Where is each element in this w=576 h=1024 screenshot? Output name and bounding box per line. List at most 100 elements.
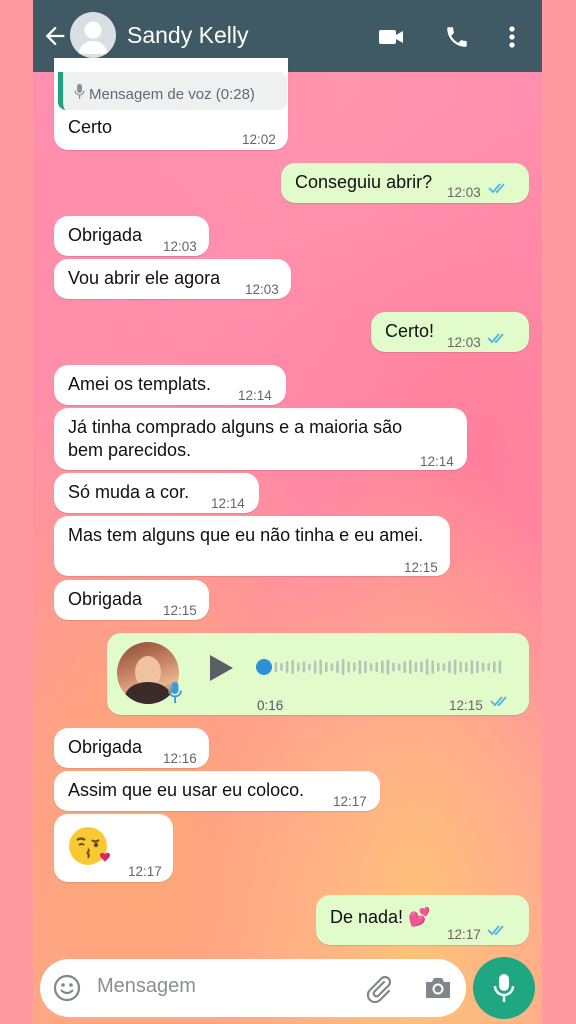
message-text: Obrigada — [68, 589, 143, 609]
waveform-bar — [274, 662, 278, 672]
waveform-bar — [487, 663, 490, 671]
waveform-bar — [448, 661, 451, 673]
waveform-bar — [353, 662, 356, 672]
message-text: Assim que eu usar eu coloco. — [68, 780, 305, 800]
message-time: 12:03 — [163, 239, 197, 254]
message-incoming[interactable]: Vou abrir ele agora 12:03 — [54, 259, 291, 299]
playback-knob[interactable] — [256, 659, 272, 675]
message-outgoing[interactable]: Conseguiu abrir? 12:03 — [281, 163, 529, 203]
waveform-bar — [291, 660, 294, 674]
waveform-bar — [313, 660, 317, 674]
voice-message[interactable]: 0:16 12:15 — [107, 633, 529, 715]
waveform-bar — [442, 663, 446, 671]
message-incoming[interactable]: Amei os templats. 12:14 — [54, 365, 286, 405]
message-text: Certo — [68, 117, 113, 137]
message-incoming[interactable]: Já tinha comprado alguns e a maioria são… — [54, 408, 467, 470]
message-time: 12:14 — [238, 388, 272, 403]
waveform-bar — [280, 663, 283, 671]
waveform-bar — [453, 659, 457, 675]
back-arrow-icon[interactable] — [41, 22, 69, 50]
message-text: Certo! — [385, 321, 435, 341]
waveform-bar — [330, 663, 334, 671]
chat-screen: Sandy Kelly Mensagem de voz (0:28) Certo… — [33, 0, 542, 1024]
kissing-face-emoji-icon — [69, 827, 110, 865]
quoted-label: Mensagem de voz (0:28) — [89, 86, 255, 103]
waveform-bar — [381, 660, 384, 674]
message-incoming[interactable]: Obrigada 12:16 — [54, 728, 209, 768]
waveform-bar — [425, 659, 429, 675]
message-time: 12:14 — [420, 454, 454, 469]
message-composer[interactable]: Mensagem — [40, 959, 466, 1017]
contact-avatar[interactable] — [70, 12, 116, 58]
voice-waveform[interactable] — [255, 654, 510, 680]
message-input[interactable]: Mensagem — [97, 975, 196, 998]
waveform-bar — [375, 662, 378, 672]
read-ticks-icon — [490, 696, 507, 707]
message-text: Amei os templats. — [68, 374, 212, 394]
contact-name[interactable]: Sandy Kelly — [127, 22, 248, 49]
waveform-bar — [302, 661, 306, 673]
waveform-bar — [336, 661, 339, 673]
message-outgoing[interactable]: Certo! 12:03 — [371, 312, 529, 352]
phone-icon[interactable] — [443, 24, 471, 50]
waveform-bar — [481, 662, 485, 672]
quoted-message[interactable]: Mensagem de voz (0:28) — [58, 72, 287, 110]
message-incoming[interactable]: Só muda a cor. 12:14 — [54, 473, 259, 513]
waveform-bar — [437, 662, 440, 672]
waveform-bar — [358, 660, 362, 674]
message-list[interactable]: Mensagem de voz (0:28) Certo 12:02 Conse… — [33, 58, 542, 952]
message-time: 12:17 — [128, 864, 162, 879]
message-incoming[interactable]: Obrigada 12:15 — [54, 580, 209, 620]
message-text: Obrigada — [68, 737, 143, 757]
waveform-bar — [431, 660, 434, 674]
emoji-icon[interactable] — [53, 974, 81, 1002]
mic-badge-icon — [168, 682, 182, 703]
waveform-bar — [420, 661, 423, 673]
message-text: Obrigada — [68, 225, 143, 245]
record-voice-button[interactable] — [473, 957, 535, 1019]
message-outgoing[interactable]: De nada! 💕 12:17 — [316, 895, 529, 945]
waveform-bar — [369, 663, 373, 671]
waveform-bar — [364, 661, 367, 673]
waveform-bar — [476, 661, 479, 673]
read-ticks-icon — [487, 925, 504, 936]
message-text-line2: bem parecidos. — [68, 440, 192, 460]
waveform-bar — [285, 661, 289, 673]
message-time: 12:16 — [163, 751, 197, 766]
message-time: 12:02 — [242, 132, 276, 147]
message-time: 12:15 — [163, 603, 197, 618]
message-incoming[interactable]: Mas tem alguns que eu não tinha e eu ame… — [54, 516, 450, 576]
message-time: 12:03 — [447, 185, 481, 200]
waveform-bar — [465, 662, 468, 672]
read-ticks-icon — [488, 183, 505, 194]
mic-icon — [493, 974, 515, 1002]
waveform-bar — [347, 661, 350, 673]
waveform-bar — [297, 662, 300, 672]
waveform-bar — [341, 659, 345, 675]
play-icon[interactable] — [207, 653, 235, 683]
message-text: Só muda a cor. — [68, 482, 190, 502]
message-time: 12:03 — [447, 335, 481, 350]
waveform-bar — [459, 661, 462, 673]
message-incoming[interactable]: Assim que eu usar eu coloco. 12:17 — [54, 771, 380, 811]
waveform-bar — [308, 663, 311, 671]
message-incoming[interactable]: Obrigada 12:03 — [54, 216, 209, 256]
message-time: 12:17 — [447, 927, 481, 942]
message-time: 12:03 — [245, 282, 279, 297]
message-incoming[interactable]: Mensagem de voz (0:28) Certo 12:02 — [54, 58, 288, 150]
default-avatar-icon — [78, 21, 108, 54]
camera-icon[interactable] — [423, 974, 453, 1002]
waveform-bar — [319, 659, 322, 675]
waveform-bar — [397, 663, 401, 671]
video-call-icon[interactable] — [377, 24, 405, 50]
waveform-bar — [403, 661, 406, 673]
message-incoming-emoji[interactable]: 12:17 — [54, 814, 173, 882]
waveform-bar — [470, 660, 474, 674]
waveform-bar — [498, 660, 502, 674]
attach-icon[interactable] — [364, 973, 394, 1003]
message-time: 12:15 — [404, 560, 438, 575]
message-text-line1: Já tinha comprado alguns e a maioria são — [68, 417, 403, 437]
waveform-bar — [325, 662, 328, 672]
voice-position: 0:16 — [257, 698, 284, 713]
more-vert-icon[interactable] — [498, 24, 526, 50]
